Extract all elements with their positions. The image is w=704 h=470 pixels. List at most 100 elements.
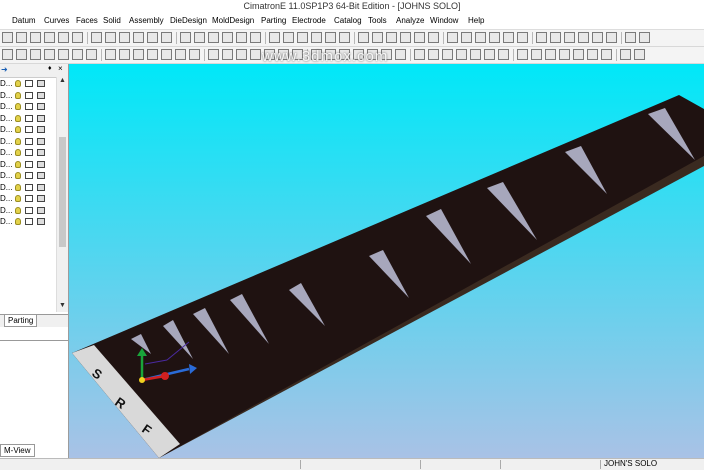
menu-assembly[interactable]: Assembly [129, 16, 164, 25]
toolbar-tool-icon[interactable] [105, 49, 116, 60]
toolbar-tool-icon[interactable] [250, 49, 261, 60]
toolbar-tool-icon[interactable] [442, 49, 453, 60]
close-icon[interactable]: × [58, 64, 63, 73]
toolbar-tool-icon[interactable] [2, 32, 13, 43]
tree-row[interactable]: D... [0, 182, 56, 193]
toolbar-tool-icon[interactable] [147, 49, 158, 60]
toolbar-tool-icon[interactable] [194, 32, 205, 43]
lightbulb-icon[interactable] [15, 149, 21, 156]
visibility-icon[interactable] [25, 91, 33, 99]
menu-analyze[interactable]: Analyze [396, 16, 424, 25]
toolbar-tool-icon[interactable] [503, 32, 514, 43]
toolbar-tool-icon[interactable] [175, 49, 186, 60]
scroll-down-icon[interactable]: ▼ [59, 302, 66, 309]
toolbar-tool-icon[interactable] [236, 32, 247, 43]
toolbar-tool-icon[interactable] [208, 49, 219, 60]
flag-icon[interactable] [37, 218, 45, 225]
toolbar-tool-icon[interactable] [592, 32, 603, 43]
pin-icon[interactable]: ♦ [48, 65, 52, 72]
menu-molddesign[interactable]: MoldDesign [212, 16, 254, 25]
toolbar-tool-icon[interactable] [86, 49, 97, 60]
toolbar-tool-icon[interactable] [72, 49, 83, 60]
toolbar-tool-icon[interactable] [208, 32, 219, 43]
toolbar-tool-icon[interactable] [283, 32, 294, 43]
menu-solid[interactable]: Solid [103, 16, 121, 25]
toolbar-tool-icon[interactable] [414, 49, 425, 60]
toolbar-tool-icon[interactable] [573, 49, 584, 60]
toolbar-tool-icon[interactable] [30, 32, 41, 43]
tab-mview[interactable]: M-View [0, 444, 35, 457]
toolbar-tool-icon[interactable] [639, 32, 650, 43]
tree-row[interactable]: D... [0, 78, 56, 89]
visibility-icon[interactable] [25, 206, 33, 214]
lightbulb-icon[interactable] [15, 195, 21, 202]
toolbar-tool-icon[interactable] [634, 49, 645, 60]
visibility-icon[interactable] [25, 114, 33, 122]
menu-electrode[interactable]: Electrode [292, 16, 326, 25]
toolbar-tool-icon[interactable] [606, 32, 617, 43]
tree-row[interactable]: D... [0, 90, 56, 101]
menu-catalog[interactable]: Catalog [334, 16, 362, 25]
lightbulb-icon[interactable] [15, 103, 21, 110]
toolbar-tool-icon[interactable] [395, 49, 406, 60]
flag-icon[interactable] [37, 149, 45, 156]
toolbar-tool-icon[interactable] [475, 32, 486, 43]
lightbulb-icon[interactable] [15, 91, 21, 99]
toolbar-tool-icon[interactable] [550, 32, 561, 43]
tab-parting[interactable]: Parting [4, 315, 38, 327]
lightbulb-icon[interactable] [15, 80, 21, 87]
lightbulb-icon[interactable] [15, 172, 21, 179]
menu-diedesign[interactable]: DieDesign [170, 16, 207, 25]
flag-icon[interactable] [37, 195, 45, 202]
visibility-icon[interactable] [25, 183, 33, 191]
flag-icon[interactable] [37, 172, 45, 179]
graphics-viewport[interactable]: S R F [69, 64, 704, 458]
toolbar-tool-icon[interactable] [358, 32, 369, 43]
visibility-icon[interactable] [25, 126, 33, 133]
toolbar-tool-icon[interactable] [470, 49, 481, 60]
tree-row[interactable]: D... [0, 136, 56, 147]
flag-icon[interactable] [37, 80, 45, 87]
lightbulb-icon[interactable] [15, 218, 21, 225]
toolbar-tool-icon[interactable] [30, 49, 41, 60]
toolbar-tool-icon[interactable] [133, 32, 144, 43]
visibility-icon[interactable] [25, 160, 33, 168]
scroll-up-icon[interactable]: ▲ [59, 77, 66, 84]
toolbar-tool-icon[interactable] [250, 32, 261, 43]
toolbar-tool-icon[interactable] [339, 32, 350, 43]
visibility-icon[interactable] [25, 80, 33, 87]
toolbar-tool-icon[interactable] [222, 32, 233, 43]
toolbar-tool-icon[interactable] [517, 32, 528, 43]
toolbar-tool-icon[interactable] [311, 32, 322, 43]
toolbar-tool-icon[interactable] [456, 49, 467, 60]
flag-icon[interactable] [37, 103, 45, 110]
toolbar-tool-icon[interactable] [2, 49, 13, 60]
toolbar-tool-icon[interactable] [91, 32, 102, 43]
toolbar-tool-icon[interactable] [489, 32, 500, 43]
toolbar-tool-icon[interactable] [428, 49, 439, 60]
tree-row[interactable]: D... [0, 101, 56, 112]
toolbar-tool-icon[interactable] [564, 32, 575, 43]
menu-tools[interactable]: Tools [368, 16, 387, 25]
menu-curves[interactable]: Curves [44, 16, 69, 25]
toolbar-tool-icon[interactable] [180, 32, 191, 43]
toolbar-tool-icon[interactable] [587, 49, 598, 60]
toolbar-tool-icon[interactable] [461, 32, 472, 43]
toolbar-tool-icon[interactable] [44, 32, 55, 43]
flag-icon[interactable] [37, 114, 45, 122]
toolbar-tool-icon[interactable] [625, 32, 636, 43]
tree-row[interactable]: D... [0, 159, 56, 170]
flag-icon[interactable] [37, 206, 45, 214]
toolbar-tool-icon[interactable] [58, 32, 69, 43]
lightbulb-icon[interactable] [15, 206, 21, 214]
toolbar-tool-icon[interactable] [531, 49, 542, 60]
toolbar-tool-icon[interactable] [620, 49, 631, 60]
toolbar-tool-icon[interactable] [189, 49, 200, 60]
scroll-thumb[interactable] [59, 137, 66, 247]
lightbulb-icon[interactable] [15, 137, 21, 145]
flag-icon[interactable] [37, 137, 45, 145]
visibility-icon[interactable] [25, 137, 33, 145]
visibility-icon[interactable] [25, 218, 33, 225]
toolbar-tool-icon[interactable] [414, 32, 425, 43]
visibility-icon[interactable] [25, 195, 33, 202]
